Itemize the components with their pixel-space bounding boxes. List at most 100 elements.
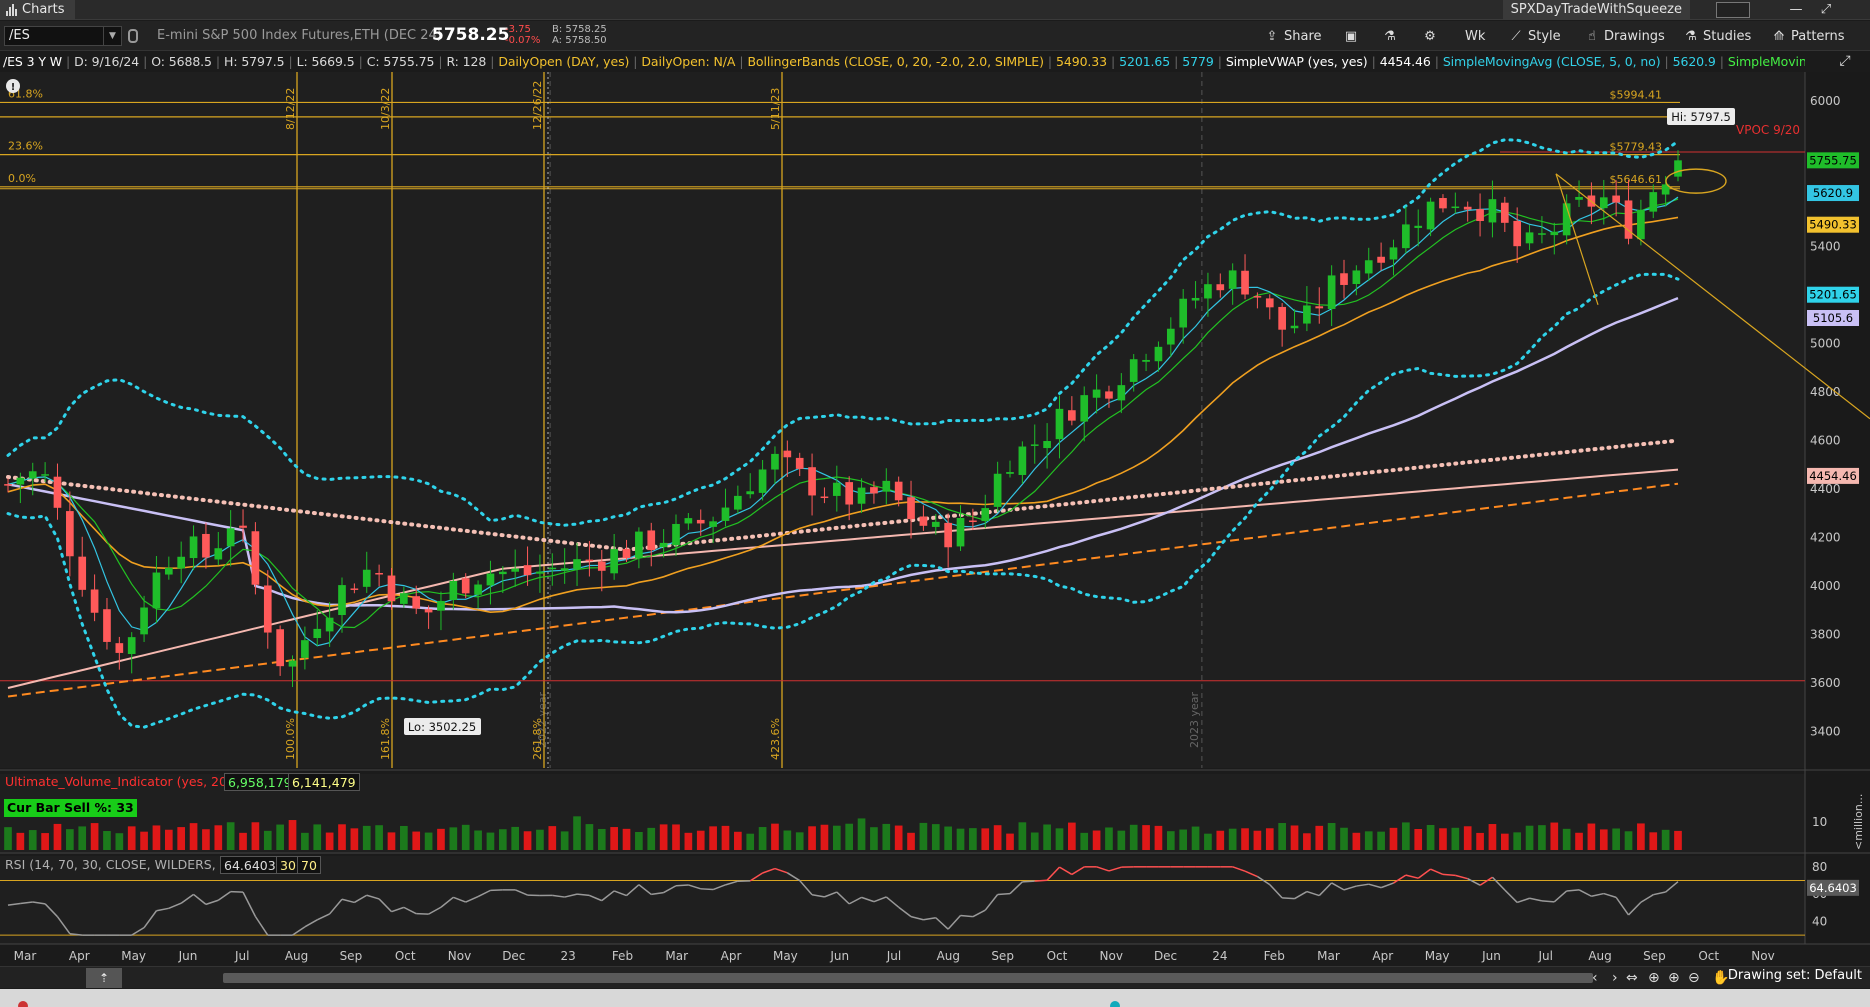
volume-bar xyxy=(1006,833,1014,850)
candle-body xyxy=(857,487,866,504)
crosshair-icon[interactable]: ⊕ xyxy=(1648,969,1660,987)
volume-bar xyxy=(1154,825,1163,850)
time-tick: Aug xyxy=(937,949,960,963)
candle-body xyxy=(1612,195,1620,203)
rsi-line-segment xyxy=(490,889,503,892)
volume-bar xyxy=(103,831,111,850)
drawing-set-label[interactable]: Drawing set: Default xyxy=(1728,968,1862,983)
volume-bar xyxy=(820,824,829,850)
time-tick: Jul xyxy=(1538,949,1553,963)
cur-bar-sell-badge: Cur Bar Sell %: 33 xyxy=(4,799,137,817)
year-label: 2023 year xyxy=(1188,691,1201,748)
time-tick: Mar xyxy=(1317,949,1340,963)
candle-body xyxy=(560,568,569,571)
candle-body xyxy=(820,496,829,499)
price-tag: 5201.65 xyxy=(1809,288,1857,302)
volume-bar xyxy=(684,832,693,850)
price-tick: 6000 xyxy=(1810,94,1841,108)
volume-bar xyxy=(1389,827,1398,850)
price-tick: 3800 xyxy=(1810,628,1841,642)
candle-body xyxy=(4,484,12,486)
scrollbar-thumb[interactable] xyxy=(223,973,1593,983)
time-tick: Jun xyxy=(178,949,198,963)
rsi-line-segment xyxy=(1442,873,1456,877)
candle-body xyxy=(882,480,891,492)
volume-bar xyxy=(239,832,247,850)
volume-bar xyxy=(734,831,742,850)
price-tick: 3400 xyxy=(1810,725,1841,739)
taskbar-dot xyxy=(1110,1001,1120,1007)
volume-bar xyxy=(1030,832,1039,850)
candle-body xyxy=(461,578,470,594)
volume-bar xyxy=(1191,826,1200,850)
candle-body xyxy=(1018,446,1027,475)
candle-body xyxy=(1538,233,1546,235)
high-annotation: Hi: 5797.5 xyxy=(1671,110,1731,124)
volume-bar xyxy=(993,825,1002,850)
volume-bar xyxy=(1364,831,1373,850)
volume-bar xyxy=(400,825,408,850)
candle-body xyxy=(263,585,272,633)
candle-body xyxy=(498,571,507,575)
taskbar-edge xyxy=(0,989,1870,1007)
volume-bar xyxy=(956,828,965,850)
rsi-study-label[interactable]: RSI (14, 70, 30, CLOSE, WILDERS, no) xyxy=(2,856,243,874)
zoom-out-icon[interactable]: ⊖ xyxy=(1688,969,1700,987)
volume-bar xyxy=(164,829,173,850)
rsi-line-segment xyxy=(675,884,689,887)
candle-body xyxy=(1525,232,1534,244)
volume-bar xyxy=(338,824,346,850)
time-tick: Feb xyxy=(612,949,633,963)
candle-body xyxy=(288,660,297,667)
price-chart[interactable]: 3400360038004000420044004600480050005200… xyxy=(0,0,1870,966)
candle-body xyxy=(956,518,965,547)
time-tick: Dec xyxy=(502,949,525,963)
volume-bar xyxy=(523,831,532,850)
fib-level-label: 23.6% xyxy=(8,140,43,153)
volume-study-label[interactable]: Ultimate_Volume_Indicator (yes, 20) xyxy=(2,773,235,791)
volume-bar xyxy=(1228,828,1237,850)
time-tick: Oct xyxy=(1698,949,1719,963)
rsi-line-segment xyxy=(997,892,1011,896)
volume-bar xyxy=(511,826,520,850)
volume-bar xyxy=(375,825,383,850)
candle-body xyxy=(523,565,532,576)
volume-bar xyxy=(672,824,680,850)
candle-body xyxy=(548,567,557,570)
candle-body xyxy=(127,637,136,655)
candle-body xyxy=(41,474,49,476)
time-tick: Feb xyxy=(1264,949,1285,963)
time-tick: Dec xyxy=(1154,949,1177,963)
scroll-left-icon[interactable]: ‹ xyxy=(1592,969,1598,987)
time-tick: Apr xyxy=(721,949,742,963)
expand-lr-icon[interactable]: ⇔ xyxy=(1626,969,1638,987)
volume-bar xyxy=(907,832,915,850)
volume-bar xyxy=(1426,825,1435,850)
candle-body xyxy=(437,600,445,611)
time-tick: Mar xyxy=(665,949,688,963)
rsi-tick: 40 xyxy=(1812,915,1827,929)
volume-bar xyxy=(882,823,891,850)
pan-hand-icon[interactable]: ✋ xyxy=(1712,969,1729,987)
rsi-line-segment xyxy=(1022,880,1035,883)
volume-bar xyxy=(1352,832,1361,850)
volume-bar xyxy=(1538,825,1546,850)
collapse-up-icon[interactable]: ⇡ xyxy=(86,968,122,988)
alert-icon-glyph: ! xyxy=(11,82,16,93)
scroll-right-icon[interactable]: › xyxy=(1612,969,1618,987)
low-annotation: Lo: 3502.25 xyxy=(408,720,476,734)
time-fib-date: 10/3/22 xyxy=(379,88,392,130)
zoom-in-icon[interactable]: ⊕ xyxy=(1668,969,1680,987)
price-panel-bg xyxy=(0,72,1805,768)
volume-bar xyxy=(90,823,99,850)
candle-body xyxy=(164,567,173,575)
candle-body xyxy=(1340,273,1348,285)
volume-bar xyxy=(152,825,161,850)
time-scrollbar[interactable]: ⇡ ‹ › ⇔ ⊕ ⊕ ⊖ ✋ xyxy=(0,966,1870,988)
volume-bar xyxy=(1500,833,1509,850)
volume-bar xyxy=(1674,830,1682,850)
volume-bar xyxy=(437,828,445,850)
candle-body xyxy=(189,536,198,559)
candle-body xyxy=(659,542,668,548)
volume-bar xyxy=(16,832,25,850)
